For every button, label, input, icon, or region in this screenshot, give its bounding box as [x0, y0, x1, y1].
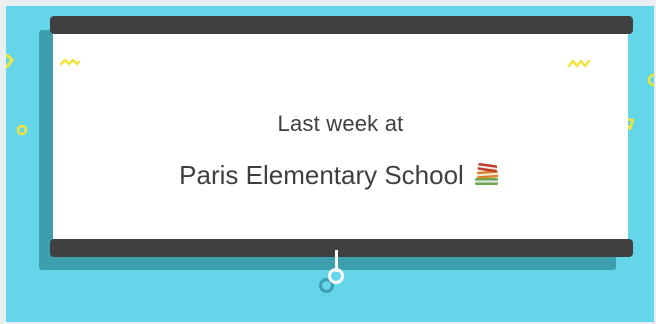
- school-name: Paris Elementary School: [179, 160, 464, 190]
- yellow-squiggle-left-edge-icon: [6, 54, 14, 68]
- yellow-ring-left-icon: [16, 124, 28, 136]
- yellow-zigzag-sheet-left-icon: [59, 58, 81, 66]
- screen-top-roller: [50, 16, 633, 34]
- screen-bottom-roller: [50, 239, 633, 257]
- projector-banner: Last week at Paris Elementary School: [6, 6, 654, 322]
- image-frame: Last week at Paris Elementary School: [0, 0, 656, 324]
- screen-pull-ring: [328, 268, 344, 284]
- books-icon: [472, 161, 502, 187]
- screen-sheet: Last week at Paris Elementary School: [53, 34, 628, 239]
- banner-title: Paris Elementary School: [53, 160, 628, 191]
- banner-subtitle: Last week at: [277, 111, 404, 136]
- yellow-squiggle-right-edge-icon: [647, 73, 654, 87]
- yellow-zigzag-sheet-right-icon: [567, 59, 591, 68]
- projector-screen: Last week at Paris Elementary School: [50, 16, 633, 257]
